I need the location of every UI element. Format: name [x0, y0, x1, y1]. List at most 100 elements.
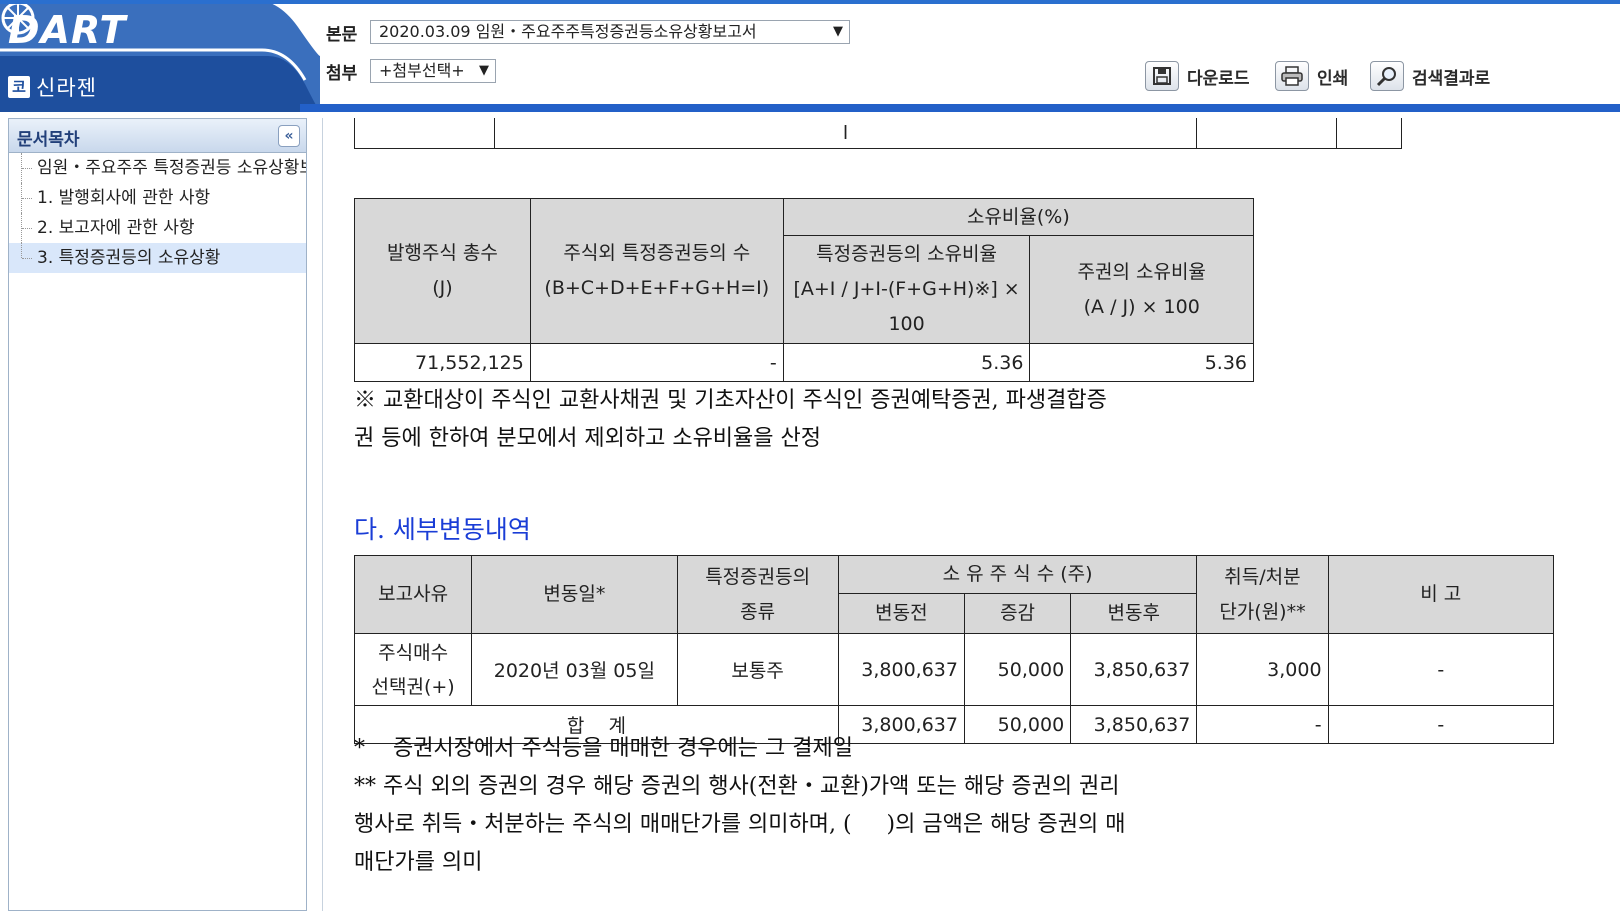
company-name: 신라젠	[36, 76, 97, 100]
col-specific-ratio: 특정증권등의 소유비율 [A+I / J+I-(F+G+H)※] × 100	[782, 235, 1031, 344]
fragment-cell	[354, 118, 495, 149]
cell-text: 주식매수	[378, 641, 449, 664]
magnifier-icon	[1370, 61, 1404, 91]
cell-remark: -	[1327, 633, 1555, 706]
header-bottom-line	[300, 104, 1620, 112]
attach-select-value: +첨부선택+	[379, 61, 465, 80]
toc-header: 문서목차 «	[9, 119, 306, 153]
attach-select[interactable]: +첨부선택+ ▼	[370, 59, 496, 83]
section-title: 다. 세부변동내역	[354, 515, 531, 544]
header-text: 발행주식 총수	[386, 242, 498, 264]
header-text: [A+I / J+I-(F+G+H)※] ×	[793, 278, 1020, 300]
cell-total-remark: -	[1327, 705, 1555, 744]
footnote-line: * 증권시장에서 주식등을 매매한 경우에는 그 결제일	[354, 736, 853, 761]
header-text: (B+C+D+E+F+G+H=I)	[544, 277, 770, 299]
print-button[interactable]: 인쇄	[1275, 60, 1348, 92]
toc-item-label: 1. 발행회사에 관한 사항	[37, 188, 211, 208]
tree-connector	[21, 213, 33, 243]
tree-connector	[21, 243, 33, 259]
cell-specific-ratio: 5.36	[782, 343, 1031, 382]
collapse-sidebar-button[interactable]: «	[278, 125, 300, 147]
col-before: 변동전	[837, 593, 965, 634]
header-text: 주권의 소유비율	[1077, 260, 1206, 283]
body-select-value: 2020.03.09 임원・주요주주특정증권등소유상황보고서	[379, 22, 757, 41]
tree-connector	[21, 153, 33, 183]
body-label: 본문	[326, 25, 358, 45]
cell-before: 3,800,637	[837, 633, 965, 706]
cell-delta: 50,000	[963, 633, 1072, 706]
cell-other-securities: -	[529, 343, 784, 382]
cell-total-before: 3,800,637	[837, 705, 965, 744]
fragment-cell	[1196, 118, 1338, 149]
footnote-line: ** 주식 외의 증권의 경우 해당 증권의 행사(전환・교환)가액 또는 해당…	[354, 774, 1120, 799]
col-total-shares: 발행주식 총수 (J)	[354, 198, 531, 344]
attach-label: 첨부	[326, 64, 358, 84]
toc-item-issuer[interactable]: 1. 발행회사에 관한 사항	[9, 183, 306, 213]
cell-total-delta: 50,000	[963, 705, 1072, 744]
toc-sidebar: 문서목차 « 임원・주요주주 특정증권등 소유상황보고서 1. 발행회사에 관한…	[8, 118, 307, 911]
ratio-note-line: ※ 교환대상이 주식인 교환사채권 및 기초자산이 주식인 증권예탁증권, 파생…	[354, 388, 1107, 413]
cell-total-price: -	[1196, 705, 1329, 744]
toc-item-holdings[interactable]: 3. 특정증권등의 소유상황	[9, 243, 306, 273]
col-ownership-ratio: 소유비율(%)	[782, 198, 1255, 236]
header-text: 100	[888, 313, 925, 335]
cell-stock-ratio: 5.36	[1029, 343, 1254, 382]
table-row: 주식매수 선택권(+) 2020년 03월 05일 보통주 3,800,637 …	[353, 633, 1555, 706]
col-delta: 증감	[963, 593, 1072, 634]
cell-unit-price: 3,000	[1196, 633, 1329, 706]
print-label: 인쇄	[1317, 68, 1349, 89]
col-shares-owned: 소 유 주 식 수 (주)	[837, 555, 1198, 594]
header-text: 특정증권등의 소유비율	[816, 243, 998, 265]
previous-table-fragment: l	[354, 118, 1402, 149]
company-info: 코 신라젠	[8, 72, 97, 102]
header-top-line	[0, 0, 1620, 4]
chevron-down-icon: ▼	[479, 63, 489, 78]
header-text: 주식외 특정증권등의 수	[563, 242, 751, 264]
search-results-label: 검색결과로	[1412, 68, 1491, 89]
fragment-cell	[1336, 118, 1402, 149]
col-stock-ratio: 주권의 소유비율 (A / J) × 100	[1029, 235, 1254, 344]
header: DART 코 신라젠 본문 2020.03.09 임원・주요주주특정증권등소유상…	[0, 0, 1620, 112]
market-badge: 코	[8, 76, 30, 98]
sun-logo-icon	[1, 1, 35, 35]
body-select[interactable]: 2020.03.09 임원・주요주주특정증권등소유상황보고서 ▼	[370, 20, 850, 44]
footnote-line: 매단가를 의미	[354, 850, 483, 875]
cell-total-shares: 71,552,125	[354, 343, 531, 382]
toc-title: 문서목차	[17, 130, 80, 150]
toc-item-report[interactable]: 임원・주요주주 특정증권등 소유상황보고서	[9, 153, 306, 183]
fragment-cell: l	[493, 118, 1198, 149]
toc-item-label: 2. 보고자에 관한 사항	[37, 218, 195, 238]
chevron-down-icon: ▼	[833, 24, 843, 39]
cell-security-kind: 보통주	[676, 633, 839, 706]
header-text: (J)	[432, 277, 453, 299]
toc-item-label: 3. 특정증권등의 소유상황	[37, 248, 221, 268]
toc-item-label: 임원・주요주주 특정증권등 소유상황보고서	[37, 158, 306, 178]
download-label: 다운로드	[1187, 68, 1250, 89]
ownership-ratio-table: 발행주식 총수 (J) 주식외 특정증권등의 수 (B+C+D+E+F+G+H=…	[354, 198, 1255, 382]
col-after: 변동후	[1070, 593, 1198, 634]
document-viewer[interactable]: l 발행주식 총수 (J) 주식외 특정증권등의 수 (B+C+D+E+F+G+…	[322, 118, 1620, 911]
col-unit-price: 취득/처분 단가(원)**	[1196, 555, 1329, 634]
floppy-disk-icon	[1145, 61, 1179, 91]
header-text: (A / J) × 100	[1083, 295, 1200, 318]
toc-item-reporter[interactable]: 2. 보고자에 관한 사항	[9, 213, 306, 243]
table-row: 71,552,125 - 5.36 5.36	[354, 343, 1254, 382]
header-text: 특정증권등의	[705, 565, 811, 588]
col-security-kind: 특정증권등의 종류	[676, 555, 839, 634]
col-remark: 비 고	[1327, 555, 1555, 634]
ratio-note-line: 권 등에 한하여 분모에서 제외하고 소유비율을 산정	[354, 426, 822, 451]
cell-reason: 주식매수 선택권(+)	[353, 633, 473, 706]
detail-changes-table: 보고사유 변동일* 특정증권등의 종류 소 유 주 식 수 (주) 취득/처분 …	[353, 555, 1555, 744]
footnote-line: 행사로 취득・처분하는 주식의 매매단가를 의미하며, ( )의 금액은 해당 …	[354, 812, 1126, 837]
header-text: 단가(원)**	[1219, 600, 1306, 623]
header-text: 취득/처분	[1224, 565, 1301, 588]
download-button[interactable]: 다운로드	[1145, 60, 1250, 92]
col-change-date: 변동일*	[471, 555, 678, 634]
col-other-securities: 주식외 특정증권등의 수 (B+C+D+E+F+G+H=I)	[529, 198, 784, 344]
cell-after: 3,850,637	[1070, 633, 1198, 706]
brand-panel: DART 코 신라젠	[0, 0, 320, 112]
search-results-button[interactable]: 검색결과로	[1370, 60, 1490, 92]
col-reason: 보고사유	[353, 555, 473, 634]
cell-total-after: 3,850,637	[1070, 705, 1198, 744]
tree-connector	[21, 183, 33, 213]
